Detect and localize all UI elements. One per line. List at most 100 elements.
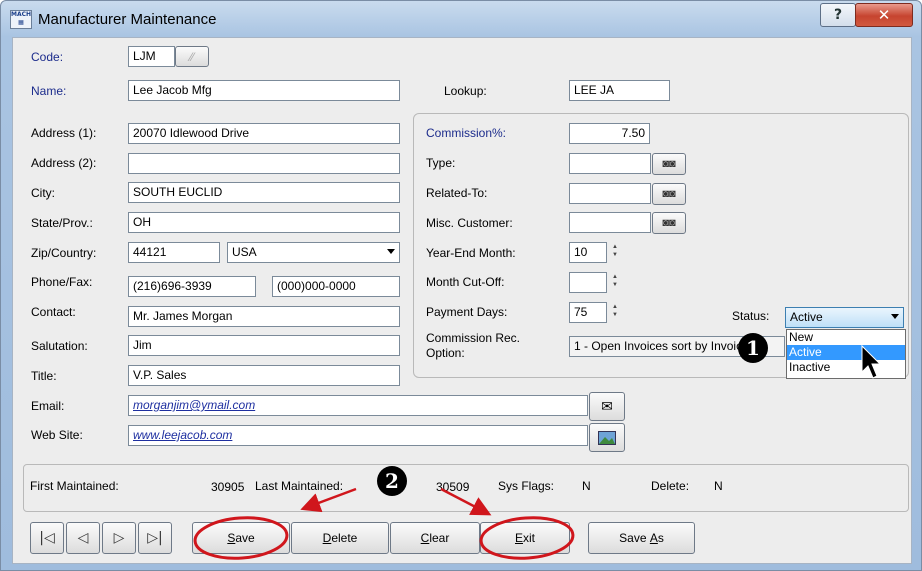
delete-flag-label: Delete: (651, 479, 690, 493)
save-hotkey: S (227, 531, 236, 545)
lookup-label: Lookup: (444, 84, 487, 98)
close-button[interactable]: ✕ (855, 3, 913, 27)
window-title: Manufacturer Maintenance (38, 11, 217, 28)
clear-hotkey: C (420, 531, 430, 545)
picture-icon (598, 430, 616, 445)
type-label: Type: (426, 156, 456, 170)
email-field[interactable]: morganjim@ymail.com (128, 395, 588, 416)
commission-rec-label-line1: Commission Rec. (426, 331, 521, 345)
delete-label: elete (331, 531, 358, 545)
status-label: Status: (732, 309, 770, 323)
code-label: Code: (31, 50, 64, 64)
exit-label: xit (523, 531, 535, 545)
title-bar: MACH ▦ Manufacturer Maintenance ? ✕ (1, 1, 921, 37)
clear-label: lear (429, 531, 450, 545)
clear-button[interactable]: Clear (390, 522, 480, 554)
delete-flag-value: N (714, 479, 723, 493)
first-maintained-label: First Maintained: (30, 479, 119, 493)
commission-pct-field[interactable]: 7.50 (569, 123, 650, 144)
type-field[interactable] (569, 153, 651, 174)
next-record-button[interactable]: ▷ (102, 522, 136, 554)
status-option-new[interactable]: New (787, 330, 905, 345)
first-maintained-value: 30905 (211, 480, 245, 494)
month-cutoff-label: Month Cut-Off: (426, 275, 505, 289)
website-label: Web Site: (31, 428, 83, 442)
state-field[interactable]: OH (128, 212, 400, 233)
city-field[interactable]: SOUTH EUCLID (128, 182, 400, 203)
previous-record-button[interactable]: ◁ (66, 522, 100, 554)
spinner-icon[interactable]: ▲ ▼ (610, 243, 620, 259)
commission-rec-label-line2: Option: (426, 346, 465, 360)
app-icon: MACH ▦ (10, 10, 32, 29)
address1-label: Address (1): (31, 126, 97, 140)
spinner-icon[interactable]: ▲ ▼ (610, 273, 620, 289)
address2-field[interactable] (128, 153, 400, 174)
callout-two-badge: 2 (377, 466, 407, 496)
zip-field[interactable]: 44121 (128, 242, 220, 263)
status-select[interactable]: Active (785, 307, 904, 328)
zip-country-label: Zip/Country: (31, 246, 97, 260)
open-website-icon[interactable] (589, 423, 625, 452)
salutation-label: Salutation: (31, 339, 88, 353)
title-label: Title: (31, 369, 57, 383)
month-cutoff-field[interactable] (569, 272, 607, 293)
exit-button[interactable]: Exit (480, 522, 570, 554)
fax-field[interactable]: (000)000-0000 (272, 276, 400, 297)
address2-label: Address (2): (31, 156, 97, 170)
contact-field[interactable]: Mr. James Morgan (128, 306, 400, 327)
status-option-inactive[interactable]: Inactive (787, 360, 905, 375)
website-field[interactable]: www.leejacob.com (128, 425, 588, 446)
payment-days-label: Payment Days: (426, 305, 508, 319)
status-value: Active (790, 310, 823, 324)
save-as-hotkey: A (649, 531, 658, 545)
binoculars-icon[interactable]: ◙◙ (652, 153, 686, 175)
phone-field[interactable]: (216)696-3939 (128, 276, 256, 297)
save-button[interactable]: Save (192, 522, 290, 554)
payment-days-field[interactable]: 75 (569, 302, 607, 323)
delete-button[interactable]: Delete (291, 522, 389, 554)
status-option-active[interactable]: Active (787, 345, 905, 360)
contact-label: Contact: (31, 305, 76, 319)
phone-fax-label: Phone/Fax: (31, 275, 93, 289)
save-as-label-rest: s (657, 531, 664, 545)
chevron-down-icon (891, 314, 899, 319)
lookup-field[interactable]: LEE JA (569, 80, 670, 101)
country-value: USA (232, 245, 257, 259)
send-email-icon[interactable]: ✉ (589, 392, 625, 421)
sys-flags-value: N (582, 479, 591, 493)
commission-pct-label: Commission%: (426, 126, 507, 140)
year-end-month-field[interactable]: 10 (569, 242, 607, 263)
year-end-month-label: Year-End Month: (426, 246, 516, 260)
sys-flags-label: Sys Flags: (498, 479, 555, 493)
city-label: City: (31, 186, 55, 200)
first-record-button[interactable]: |◁ (30, 522, 64, 554)
misc-customer-label: Misc. Customer: (426, 216, 513, 230)
related-to-field[interactable] (569, 183, 651, 204)
email-label: Email: (31, 399, 65, 413)
code-field[interactable]: LJM (128, 46, 175, 67)
delete-hotkey: D (322, 531, 332, 545)
name-label: Name: (31, 84, 67, 98)
salutation-field[interactable]: Jim (128, 335, 400, 356)
title-field[interactable]: V.P. Sales (128, 365, 400, 386)
related-to-label: Related-To: (426, 186, 488, 200)
spinner-icon[interactable]: ▲ ▼ (610, 303, 620, 319)
binoculars-icon[interactable]: ◙◙ (652, 212, 686, 234)
last-maintained-value: 30509 (436, 480, 470, 494)
save-label: ave (235, 531, 255, 545)
save-as-label-pre: Save (619, 531, 650, 545)
name-field[interactable]: Lee Jacob Mfg (128, 80, 400, 101)
help-button[interactable]: ? (820, 3, 856, 27)
misc-customer-field[interactable] (569, 212, 651, 233)
chevron-down-icon (387, 249, 395, 254)
exit-hotkey: E (514, 531, 523, 545)
state-label: State/Prov.: (31, 216, 93, 230)
callout-one-badge: 1 (738, 333, 768, 363)
last-record-button[interactable]: ▷| (138, 522, 172, 554)
address1-field[interactable]: 20070 Idlewood Drive (128, 123, 400, 144)
last-maintained-label: Last Maintained: (255, 479, 344, 493)
binoculars-icon[interactable]: ◙◙ (652, 183, 686, 205)
save-as-button[interactable]: Save As (588, 522, 695, 554)
code-lookup-icon[interactable]: ⁄⁄ (175, 46, 209, 67)
country-select[interactable]: USA (227, 242, 400, 263)
